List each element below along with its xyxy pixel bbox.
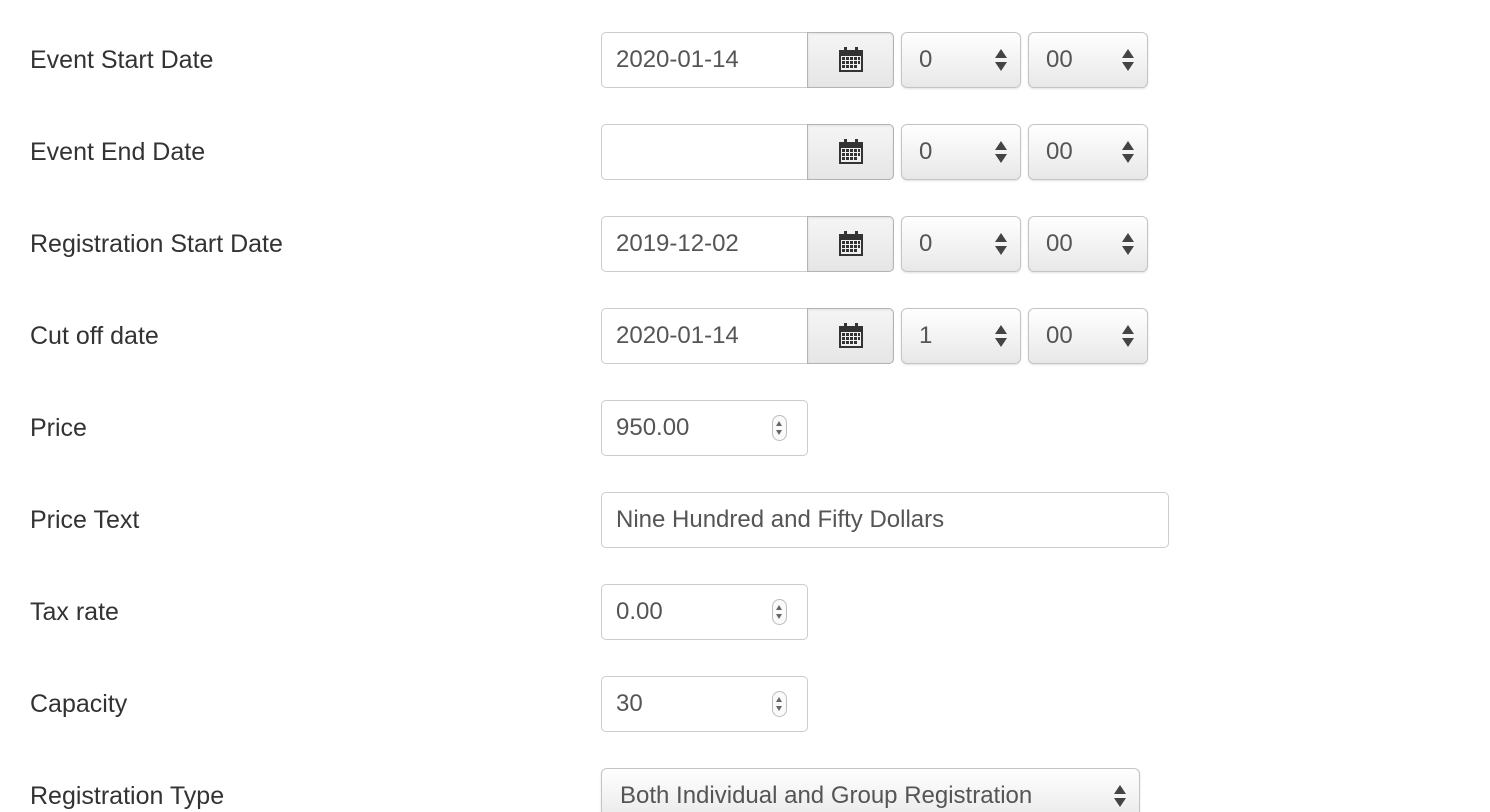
registration-start-date-input[interactable]: 2019-12-02 bbox=[601, 216, 808, 272]
number-spinner-icon[interactable] bbox=[772, 599, 787, 625]
price-value: 950.00 bbox=[616, 414, 690, 441]
price-text-label: Price Text bbox=[30, 506, 140, 534]
event-end-date-row: Event End Date 0 00 bbox=[0, 124, 1490, 180]
event-end-date-label: Event End Date bbox=[30, 138, 206, 166]
registration-start-hour-value: 0 bbox=[919, 230, 933, 257]
event-start-minute-select[interactable]: 00 bbox=[1028, 32, 1148, 88]
price-label: Price bbox=[30, 414, 87, 442]
event-end-date-input[interactable] bbox=[601, 124, 808, 180]
event-end-minute-value: 00 bbox=[1046, 138, 1073, 165]
event-end-hour-value: 0 bbox=[919, 138, 933, 165]
calendar-icon bbox=[838, 139, 863, 164]
event-settings-form: Event Start Date 2020-01-14 0 00 Event E… bbox=[0, 0, 1490, 812]
updown-arrows-icon bbox=[995, 325, 1007, 349]
event-start-date-input[interactable]: 2020-01-14 bbox=[601, 32, 808, 88]
updown-arrows-icon bbox=[1122, 141, 1134, 165]
price-text-input[interactable]: Nine Hundred and Fifty Dollars bbox=[601, 492, 1169, 548]
event-end-minute-select[interactable]: 00 bbox=[1028, 124, 1148, 180]
tax-rate-label: Tax rate bbox=[30, 598, 119, 626]
cut-off-hour-value: 1 bbox=[919, 322, 933, 349]
calendar-icon bbox=[838, 47, 863, 72]
event-end-calendar-button[interactable] bbox=[807, 124, 894, 180]
capacity-value: 30 bbox=[616, 690, 643, 717]
capacity-row: Capacity 30 bbox=[0, 676, 1490, 732]
calendar-icon bbox=[838, 323, 863, 348]
registration-start-hour-select[interactable]: 0 bbox=[901, 216, 1021, 272]
tax-rate-row: Tax rate 0.00 bbox=[0, 584, 1490, 640]
cut-off-calendar-button[interactable] bbox=[807, 308, 894, 364]
capacity-input[interactable]: 30 bbox=[601, 676, 808, 732]
registration-start-minute-value: 00 bbox=[1046, 230, 1073, 257]
cut-off-date-input[interactable]: 2020-01-14 bbox=[601, 308, 808, 364]
updown-arrows-icon bbox=[995, 141, 1007, 165]
event-end-hour-select[interactable]: 0 bbox=[901, 124, 1021, 180]
registration-start-calendar-button[interactable] bbox=[807, 216, 894, 272]
registration-type-select[interactable]: Both Individual and Group Registration bbox=[601, 768, 1140, 812]
registration-type-label: Registration Type bbox=[30, 782, 225, 810]
registration-type-row: Registration Type Both Individual and Gr… bbox=[0, 768, 1490, 812]
tax-rate-input[interactable]: 0.00 bbox=[601, 584, 808, 640]
updown-arrows-icon bbox=[1114, 785, 1126, 809]
calendar-icon bbox=[838, 231, 863, 256]
event-start-minute-value: 00 bbox=[1046, 46, 1073, 73]
registration-start-minute-select[interactable]: 00 bbox=[1028, 216, 1148, 272]
cut-off-date-label: Cut off date bbox=[30, 322, 159, 350]
updown-arrows-icon bbox=[995, 49, 1007, 73]
price-text-row: Price Text Nine Hundred and Fifty Dollar… bbox=[0, 492, 1490, 548]
registration-start-date-row: Registration Start Date 2019-12-02 0 00 bbox=[0, 216, 1490, 272]
number-spinner-icon[interactable] bbox=[772, 691, 787, 717]
cut-off-hour-select[interactable]: 1 bbox=[901, 308, 1021, 364]
capacity-label: Capacity bbox=[30, 690, 128, 718]
registration-start-date-label: Registration Start Date bbox=[30, 230, 283, 258]
price-input[interactable]: 950.00 bbox=[601, 400, 808, 456]
cut-off-minute-select[interactable]: 00 bbox=[1028, 308, 1148, 364]
updown-arrows-icon bbox=[995, 233, 1007, 257]
tax-rate-value: 0.00 bbox=[616, 598, 663, 625]
updown-arrows-icon bbox=[1122, 325, 1134, 349]
event-start-hour-value: 0 bbox=[919, 46, 933, 73]
event-start-hour-select[interactable]: 0 bbox=[901, 32, 1021, 88]
updown-arrows-icon bbox=[1122, 49, 1134, 73]
updown-arrows-icon bbox=[1122, 233, 1134, 257]
event-start-calendar-button[interactable] bbox=[807, 32, 894, 88]
price-row: Price 950.00 bbox=[0, 400, 1490, 456]
cut-off-minute-value: 00 bbox=[1046, 322, 1073, 349]
event-start-date-row: Event Start Date 2020-01-14 0 00 bbox=[0, 32, 1490, 88]
number-spinner-icon[interactable] bbox=[772, 415, 787, 441]
event-start-date-label: Event Start Date bbox=[30, 46, 214, 74]
registration-type-value: Both Individual and Group Registration bbox=[620, 782, 1033, 809]
cut-off-date-row: Cut off date 2020-01-14 1 00 bbox=[0, 308, 1490, 364]
